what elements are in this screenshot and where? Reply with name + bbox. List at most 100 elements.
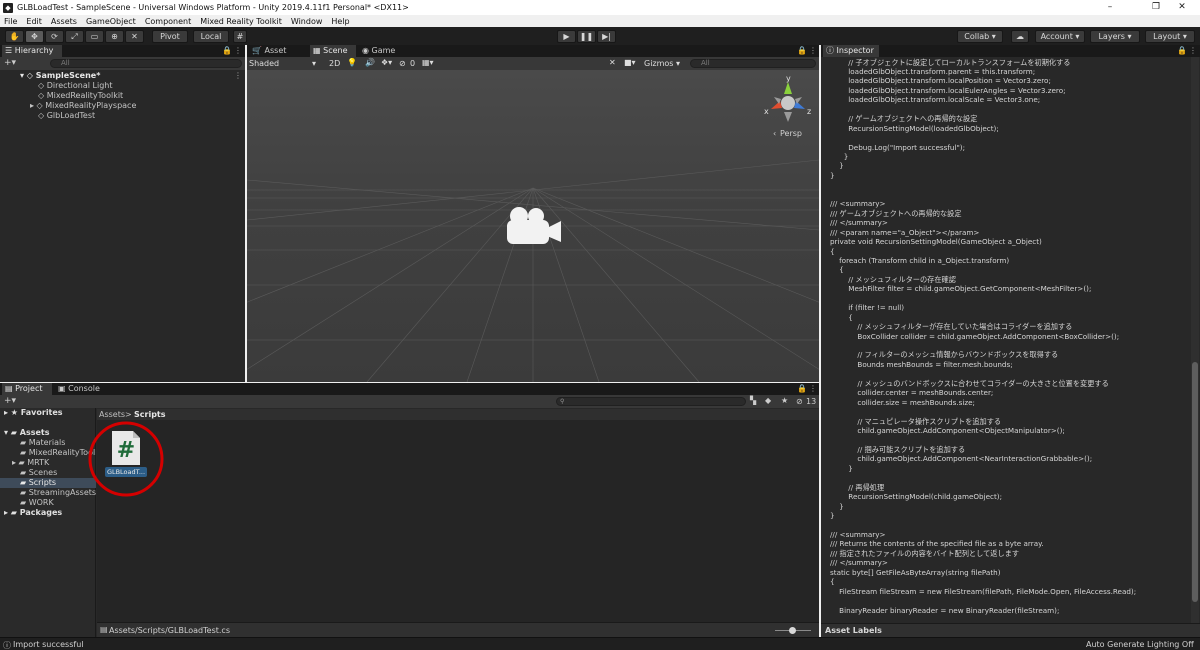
gizmos-label: Gizmos [644,59,674,68]
tab-inspector[interactable]: ⓘ Inspector [823,45,879,57]
gizmos-dropdown[interactable]: Gizmos ▾ [644,59,680,68]
tab-game[interactable]: ◉ Game [359,45,399,57]
tree-item-glbloadtest[interactable]: ◇ GlbLoadTest [38,111,95,121]
create-plus-icon[interactable]: +▾ [4,58,16,68]
rect-tool-button[interactable]: ▭ [85,30,104,43]
favorite-star-icon[interactable]: ★ [781,396,788,405]
inspector-more-icon[interactable]: ⋮ [1189,46,1197,55]
lighting-status[interactable]: Auto Generate Lighting Off [1086,640,1194,649]
cloud-button[interactable]: ☁ [1011,30,1029,43]
transform-tool-button[interactable]: ⊕ [105,30,124,43]
play-button[interactable]: ▶ [557,30,576,43]
status-message[interactable]: Import successful [13,640,84,649]
shading-mode-dropdown[interactable]: Shaded [249,59,279,68]
menu-edit[interactable]: Edit [26,17,42,26]
asset-labels-bar[interactable]: Asset Labels [821,623,1200,637]
folder-label: Materials [28,438,66,447]
scale-tool-button[interactable]: ⤢ [65,30,84,43]
menu-file[interactable]: File [4,17,17,26]
menu-mixed-reality-toolkit[interactable]: Mixed Reality Toolkit [200,17,282,26]
scene-tab-icon: ▦ [313,46,321,55]
project-lock-icon[interactable]: 🔒 [797,384,807,393]
hierarchy-search-input[interactable]: All [50,59,242,68]
tab-scene[interactable]: ▦ Scene [310,45,356,57]
filter-type-icon[interactable]: ▚ [750,396,756,405]
tab-project[interactable]: ▤ Project [2,383,52,395]
project-create-icon[interactable]: +▾ [4,396,16,406]
axis-x-label: x [764,107,769,116]
folder-item-selected[interactable]: ▰ Scripts [20,478,56,488]
pause-button[interactable]: ❚❚ [577,30,596,43]
scene-lock-icon[interactable]: 🔒 [797,46,807,55]
packages-item[interactable]: ▸ ▰ Packages [4,508,62,518]
breadcrumb-scripts[interactable]: Scripts [134,410,166,419]
menu-component[interactable]: Component [145,17,191,26]
hidden-objects-icon[interactable]: ⊘ [399,59,406,68]
game-tab-icon: ◉ [362,46,369,55]
project-search-input[interactable]: ⚲ [556,397,746,406]
step-icon: ▶| [602,32,611,41]
grid-toggle-icon[interactable]: ▦▾ [422,58,434,67]
folder-item[interactable]: ▸ ▰ MRTK [12,458,49,468]
effects-toggle-icon[interactable]: ❖▾ [381,58,392,67]
folder-item[interactable]: ▰ MixedRealityToolkit [20,448,96,458]
layers-dropdown[interactable]: Layers ▾ [1090,30,1140,43]
tree-item-scene[interactable]: ▾ ◇ SampleScene* [20,71,100,81]
move-icon: ✥ [31,32,38,41]
folder-item[interactable]: ▰ WORK [20,498,54,508]
tab-console[interactable]: ▣ Console [55,383,103,395]
folder-item[interactable]: ▰ Scenes [20,468,57,478]
scene-more-icon[interactable]: ⋮ [234,71,242,80]
inspector-scrollbar[interactable] [1191,57,1199,623]
grid-snap-button[interactable]: # [233,30,247,43]
project-more-icon[interactable]: ⋮ [809,384,817,393]
scene-more-icon[interactable]: ⋮ [809,46,817,55]
menu-window[interactable]: Window [291,17,323,26]
collab-dropdown[interactable]: Collab ▾ [957,30,1003,43]
folder-item[interactable]: ▰ StreamingAssets [20,488,96,498]
audio-toggle-icon[interactable]: 🔊 [365,58,375,67]
account-dropdown[interactable]: Account ▾ [1035,30,1085,43]
close-button[interactable]: ✕ [1164,0,1200,15]
scene-viewport[interactable]: y x z ‹ Persp [247,70,819,382]
camera-settings-icon[interactable]: ■▾ [624,58,636,67]
tree-item-directional-light[interactable]: ◇ Directional Light [38,81,112,91]
cloud-icon: ☁ [1016,32,1024,41]
custom-tool-button[interactable]: ✕ [125,30,144,43]
layout-dropdown[interactable]: Layout ▾ [1145,30,1195,43]
favorites-item[interactable]: ▸ ★ Favorites [4,408,63,418]
console-icon: ▣ [58,384,66,393]
status-bar: ⓘ Import successful Auto Generate Lighti… [0,637,1200,650]
2d-toggle[interactable]: 2D [329,59,340,68]
tree-item-mrtk[interactable]: ◇ MixedRealityToolkit [38,91,123,101]
icon-size-slider-thumb[interactable] [789,627,796,634]
menu-gameobject[interactable]: GameObject [86,17,136,26]
axis-z-label: z [807,107,811,116]
step-button[interactable]: ▶| [597,30,616,43]
more-icon[interactable]: ⋮ [234,46,242,55]
folder-item[interactable]: ▰ Materials [20,438,65,448]
pivot-toggle[interactable]: Pivot [152,30,188,43]
rotate-tool-button[interactable]: ⟳ [45,30,64,43]
menu-assets[interactable]: Assets [51,17,77,26]
scene-search-input[interactable]: All [690,59,816,68]
local-toggle[interactable]: Local [193,30,229,43]
lock-icon[interactable]: 🔒 [222,46,232,55]
menu-help[interactable]: Help [331,17,349,26]
tab-hierarchy[interactable]: ☰ Hierarchy [2,45,62,57]
scene-toolbar: Shaded ▾ 2D 💡 🔊 ❖▾ ⊘ 0 ▦▾ ✕ ■▾ Gizmos ▾ … [247,57,819,70]
minimize-button[interactable]: – [1092,0,1128,15]
assets-root-item[interactable]: ▾ ▰ Assets [4,428,49,438]
breadcrumb-assets[interactable]: Assets [99,410,125,419]
hidden-packages-icon[interactable]: ⊘ [796,397,803,406]
hand-tool-button[interactable]: ✋ [5,30,24,43]
scrollbar-thumb[interactable] [1192,362,1198,602]
tab-asset-store[interactable]: 🛒 Asset Store [249,45,307,67]
info-status-icon: ⓘ [3,641,11,650]
filter-label-icon[interactable]: ◆ [765,396,771,405]
inspector-lock-icon[interactable]: 🔒 [1177,46,1187,55]
tree-item-playspace[interactable]: ▸ ◇ MixedRealityPlayspace [30,101,136,111]
tools-icon[interactable]: ✕ [609,58,616,67]
move-tool-button[interactable]: ✥ [25,30,44,43]
lighting-toggle-icon[interactable]: 💡 [347,58,357,67]
